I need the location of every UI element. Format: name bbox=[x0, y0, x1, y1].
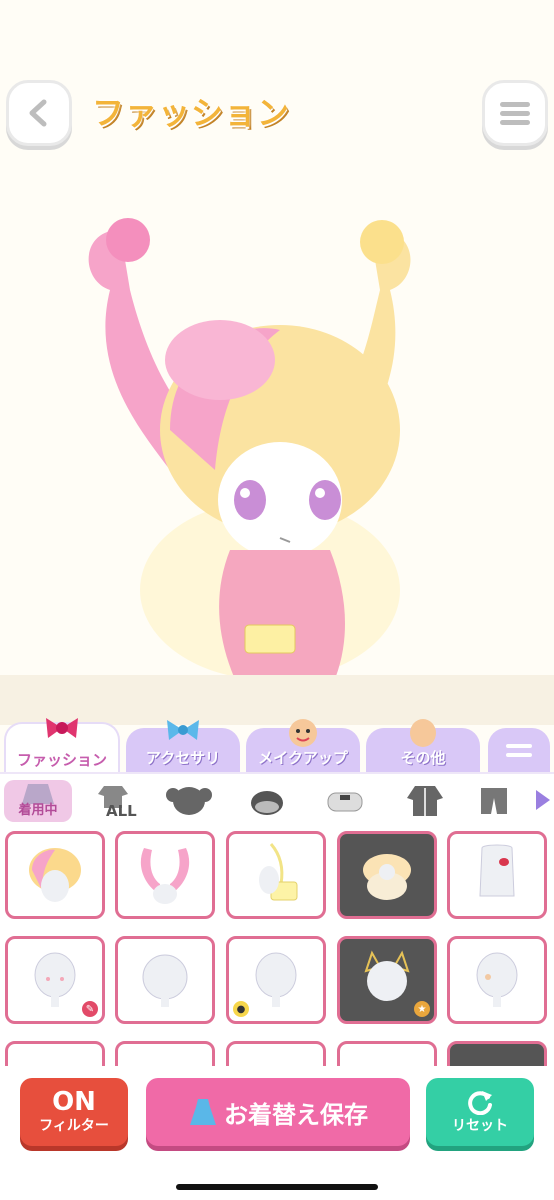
tab-fashion[interactable]: ファッション bbox=[4, 718, 120, 776]
category-tabs: ファッション アクセサリ メイクアップ その他 bbox=[0, 718, 554, 776]
hamburger-icon bbox=[500, 102, 530, 125]
item-card[interactable] bbox=[447, 831, 547, 919]
save-outfit-label: お着替え保存 bbox=[224, 1100, 368, 1129]
subcategory-outerwear[interactable] bbox=[398, 780, 452, 822]
avatar-stage bbox=[0, 170, 554, 725]
tab-label: その他 bbox=[400, 749, 446, 767]
subcategory-wearing[interactable]: 着用中 bbox=[4, 780, 72, 822]
hat-icon bbox=[251, 791, 283, 815]
lightbulb-badge-icon: ● bbox=[233, 1001, 249, 1017]
filter-label: フィルター bbox=[39, 1118, 109, 1134]
home-indicator bbox=[176, 1184, 378, 1190]
refresh-icon bbox=[468, 1091, 492, 1115]
twintail-item-icon bbox=[140, 848, 190, 904]
item-card[interactable] bbox=[447, 936, 547, 1024]
tab-label: ファッション bbox=[16, 751, 107, 769]
filter-button[interactable]: ON フィルター bbox=[20, 1078, 128, 1146]
tab-more[interactable] bbox=[488, 728, 550, 774]
tab-accessory[interactable]: アクセサリ bbox=[126, 720, 240, 774]
frilly-dress-item-icon bbox=[363, 854, 411, 900]
star-badge-icon: ★ bbox=[414, 1001, 430, 1017]
top-icon bbox=[327, 792, 363, 812]
page-title: ファッション bbox=[92, 94, 291, 132]
face-icon bbox=[289, 719, 317, 747]
subcategory-all-label: ALL bbox=[106, 802, 137, 820]
filter-state: ON bbox=[52, 1087, 96, 1117]
tab-label: アクセサリ bbox=[145, 749, 221, 767]
cat-ears-item-icon bbox=[364, 950, 410, 1001]
item-card[interactable] bbox=[337, 831, 437, 919]
item-card[interactable] bbox=[226, 831, 326, 919]
face-base-item-icon bbox=[476, 952, 518, 1007]
face-base-item-icon bbox=[34, 952, 76, 1007]
head-icon bbox=[410, 719, 436, 747]
pants-icon bbox=[481, 788, 507, 814]
subcategory-hair[interactable] bbox=[162, 780, 216, 822]
scroll-right-arrow-icon[interactable] bbox=[536, 790, 550, 810]
jacket-icon bbox=[407, 786, 443, 816]
subcategory-headwear[interactable] bbox=[240, 780, 294, 822]
bag-item-icon bbox=[259, 843, 298, 901]
face-base-item-icon bbox=[255, 952, 297, 1007]
item-card[interactable]: ● bbox=[226, 936, 326, 1024]
menu-button[interactable] bbox=[482, 80, 548, 146]
back-button[interactable] bbox=[6, 80, 72, 146]
avatar-character bbox=[88, 218, 411, 715]
tab-makeup[interactable]: メイクアップ bbox=[246, 719, 360, 774]
item-card[interactable]: ✎ bbox=[5, 936, 105, 1024]
save-outfit-button[interactable]: お着替え保存 bbox=[146, 1078, 410, 1146]
item-card[interactable] bbox=[115, 936, 215, 1024]
ribbon-icon bbox=[46, 718, 78, 738]
tab-label: メイクアップ bbox=[258, 749, 348, 767]
reset-label: リセット bbox=[452, 1118, 508, 1134]
subcategory-all[interactable]: ALL bbox=[86, 780, 140, 822]
item-card[interactable] bbox=[5, 831, 105, 919]
hair-item-icon bbox=[29, 848, 81, 902]
bow-icon bbox=[167, 720, 199, 740]
tab-other[interactable]: その他 bbox=[366, 719, 480, 774]
item-card[interactable] bbox=[115, 831, 215, 919]
subcategory-wearing-label: 着用中 bbox=[18, 803, 58, 818]
hair-icon bbox=[166, 787, 212, 815]
subcategory-row: 着用中 ALL bbox=[0, 772, 554, 828]
item-card[interactable]: ★ bbox=[337, 936, 437, 1024]
bottom-action-bar: ON フィルター お着替え保存 リセット bbox=[0, 1066, 554, 1200]
equals-icon bbox=[506, 744, 532, 757]
subcategory-bottoms[interactable] bbox=[474, 780, 514, 822]
dress-icon bbox=[190, 1099, 216, 1125]
subcategory-tops[interactable] bbox=[318, 780, 372, 822]
chevron-left-icon bbox=[29, 99, 47, 127]
face-base-item-icon bbox=[142, 954, 188, 1007]
top-item-icon bbox=[479, 844, 515, 897]
reset-button[interactable]: リセット bbox=[426, 1078, 534, 1146]
item-grid: ✎ ● ★ bbox=[0, 826, 554, 1074]
header: ファッション bbox=[0, 0, 554, 170]
pencil-badge-icon: ✎ bbox=[82, 1001, 98, 1017]
